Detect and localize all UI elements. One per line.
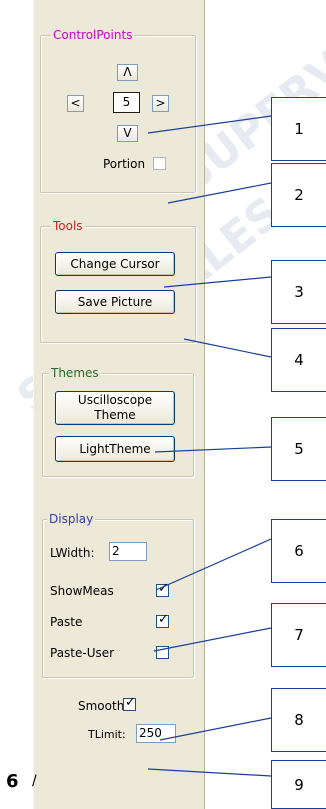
- callout-leader-lines: [147, 115, 272, 777]
- page-number: 6: [6, 771, 19, 792]
- page-slash: /: [32, 773, 37, 789]
